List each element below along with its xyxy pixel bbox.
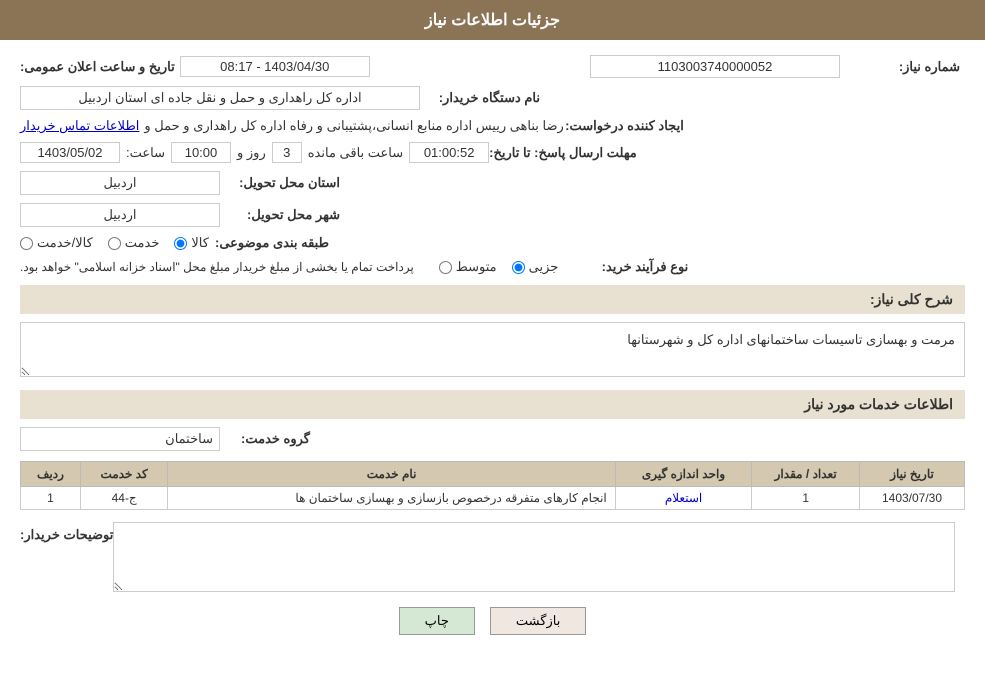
org-name-value: اداره کل راهداری و حمل و نقل جاده ای است… <box>20 86 420 110</box>
col-row: ردیف <box>21 462 81 487</box>
need-desc-title: شرح کلی نیاز: <box>20 285 965 314</box>
col-date: تاریخ نیاز <box>860 462 965 487</box>
category-label: طبقه بندی موضوعی: <box>209 235 329 251</box>
purchase-jozyi-label: جزیی <box>529 259 559 275</box>
content-area: شماره نیاز: 1103003740000052 1403/04/30 … <box>0 40 985 665</box>
category-kala-khedmat-option[interactable]: کالا/خدمت <box>20 235 93 251</box>
category-khedmat-radio[interactable] <box>108 237 121 250</box>
cell-row: 1 <box>21 487 81 510</box>
creator-link[interactable]: اطلاعات تماس خریدار <box>20 118 139 134</box>
cell-unit: استعلام <box>615 487 752 510</box>
province-value: اردبیل <box>20 171 220 195</box>
buyer-notes-textarea[interactable] <box>113 522 955 592</box>
category-radio-group: کالا/خدمت خدمت کالا <box>20 235 209 251</box>
category-row: طبقه بندی موضوعی: کالا/خدمت خدمت کالا <box>20 235 965 251</box>
col-name: نام خدمت <box>168 462 615 487</box>
purchase-type-radio-group: متوسط جزیی <box>439 259 559 275</box>
creator-label: ایجاد کننده درخواست: <box>564 118 684 134</box>
cell-qty: 1 <box>752 487 860 510</box>
purchase-jozyi-option[interactable]: جزیی <box>512 259 559 275</box>
city-value: اردبیل <box>20 203 220 227</box>
purchase-type-label: نوع فرآیند خرید: <box>568 259 688 275</box>
cell-code: ج-44 <box>80 487 168 510</box>
col-qty: تعداد / مقدار <box>752 462 860 487</box>
category-kala-option[interactable]: کالا <box>174 235 209 251</box>
service-group-row: گروه خدمت: ساختمان <box>20 427 965 451</box>
table-row: 1403/07/30 1 استعلام انجام کارهای متفرقه… <box>21 487 965 510</box>
creator-row: ایجاد کننده درخواست: رضا بناهی رییس ادار… <box>20 118 965 134</box>
print-button[interactable]: چاپ <box>399 607 475 635</box>
announce-date-label: تاریخ و ساعت اعلان عمومی: <box>20 59 175 75</box>
service-group-value: ساختمان <box>20 427 220 451</box>
service-group-label: گروه خدمت: <box>230 431 310 447</box>
announce-date-value: 1403/04/30 - 08:17 <box>180 56 370 77</box>
category-khedmat-option[interactable]: خدمت <box>108 235 160 251</box>
deadline-time-label: ساعت: <box>126 145 165 161</box>
cell-date: 1403/07/30 <box>860 487 965 510</box>
creator-value: رضا بناهی رییس اداره منابع انسانی،پشتیبا… <box>144 118 563 134</box>
need-number-value: 1103003740000052 <box>590 55 840 78</box>
category-kala-khedmat-radio[interactable] <box>20 237 33 250</box>
need-desc-textarea[interactable] <box>20 322 965 377</box>
purchase-mutavasset-label: متوسط <box>456 259 497 275</box>
deadline-date: 1403/05/02 <box>20 142 120 163</box>
deadline-time: 10:00 <box>171 142 231 163</box>
need-number-row: شماره نیاز: 1103003740000052 1403/04/30 … <box>20 55 965 78</box>
deadline-days: 3 <box>272 142 302 163</box>
category-kala-label: کالا <box>191 235 209 251</box>
need-number-label: شماره نیاز: <box>840 59 960 75</box>
province-row: استان محل تحویل: اردبیل <box>20 171 965 195</box>
need-desc-area: مرمت و بهسازی تاسیسات ساختمانهای اداره ک… <box>20 322 965 380</box>
purchase-note: پرداخت تمام یا بخشی از مبلغ خریدار مبلغ … <box>20 260 414 274</box>
col-code: کد خدمت <box>80 462 168 487</box>
cell-name: انجام کارهای متفرقه درخصوص بازسازی و بهس… <box>168 487 615 510</box>
org-name-label: نام دستگاه خریدار: <box>420 90 540 106</box>
buyer-notes-label: توضیحات خریدار: <box>20 522 113 543</box>
deadline-remaining-label: ساعت باقی مانده <box>308 145 403 161</box>
purchase-jozyi-radio[interactable] <box>512 261 525 274</box>
purchase-type-row: نوع فرآیند خرید: متوسط جزیی پرداخت تمام … <box>20 259 965 275</box>
page-header: جزئیات اطلاعات نیاز <box>0 0 985 40</box>
org-name-row: نام دستگاه خریدار: اداره کل راهداری و حم… <box>20 86 965 110</box>
services-table: تاریخ نیاز تعداد / مقدار واحد اندازه گیر… <box>20 461 965 510</box>
deadline-remaining: 01:00:52 <box>409 142 489 163</box>
deadline-label: مهلت ارسال پاسخ: تا تاریخ: <box>489 145 637 161</box>
category-khedmat-label: خدمت <box>125 235 160 251</box>
col-unit: واحد اندازه گیری <box>615 462 752 487</box>
purchase-mutavasset-option[interactable]: متوسط <box>439 259 497 275</box>
province-label: استان محل تحویل: <box>220 175 340 191</box>
buttons-row: بازگشت چاپ <box>20 607 965 635</box>
page-title: جزئیات اطلاعات نیاز <box>425 12 560 29</box>
purchase-mutavasset-radio[interactable] <box>439 261 452 274</box>
back-button[interactable]: بازگشت <box>490 607 586 635</box>
category-kala-khedmat-label: کالا/خدمت <box>37 235 93 251</box>
city-label: شهر محل تحویل: <box>220 207 340 223</box>
city-row: شهر محل تحویل: اردبیل <box>20 203 965 227</box>
need-desc-section: شرح کلی نیاز: مرمت و بهسازی تاسیسات ساخت… <box>20 285 965 380</box>
deadline-row: مهلت ارسال پاسخ: تا تاریخ: 1403/05/02 سا… <box>20 142 965 163</box>
page-wrapper: جزئیات اطلاعات نیاز شماره نیاز: 11030037… <box>0 0 985 691</box>
buyer-notes-section: توضیحات خریدار: <box>20 522 965 592</box>
deadline-days-label: روز و <box>237 145 266 161</box>
services-title: اطلاعات خدمات مورد نیاز <box>20 390 965 419</box>
category-kala-radio[interactable] <box>174 237 187 250</box>
